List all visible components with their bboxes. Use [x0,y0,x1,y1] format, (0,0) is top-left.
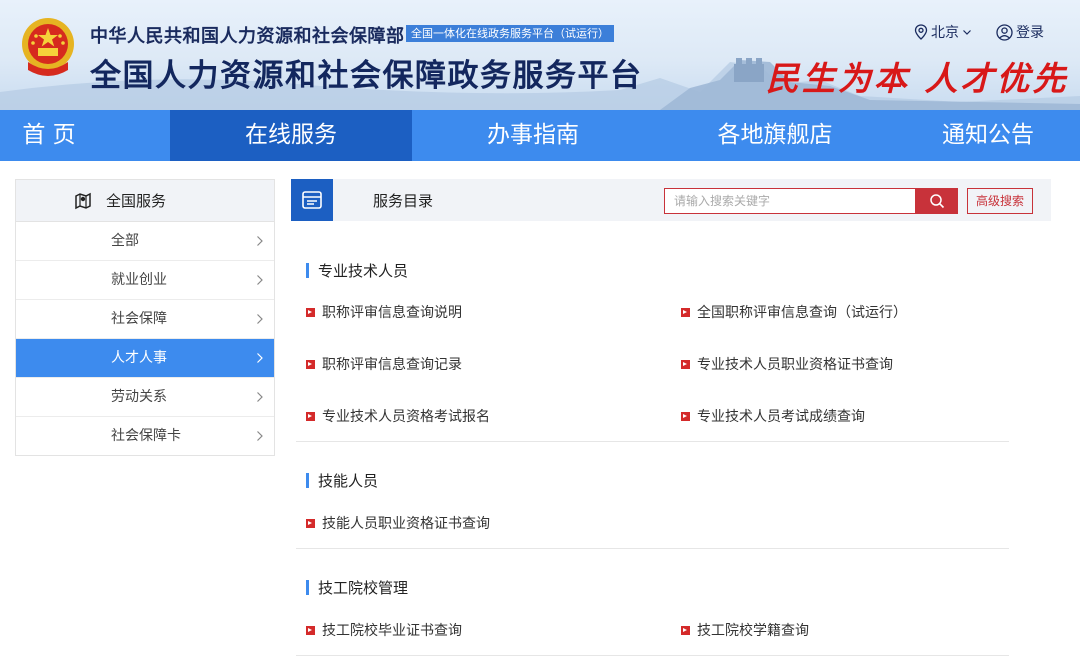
main-nav: 首 页 在线服务 办事指南 各地旗舰店 通知公告 [0,110,1080,161]
panel-header: 服务目录 高级搜索 [291,179,1051,221]
sidebar-item-label: 全部 [111,233,139,249]
section-professional-technical: 专业技术人员 职称评审信息查询说明 全国职称评审信息查询（试运行） 职称评审信息… [296,221,1009,442]
sidebar-item-label: 就业创业 [111,272,167,288]
search-box [664,188,958,214]
arrow-bullet-icon [681,307,690,317]
search-icon [929,194,944,209]
top-links: 北京 登录 [914,22,1044,42]
sidebar-item-all[interactable]: 全部 [16,222,274,261]
sidebar-header: 全国服务 [16,180,274,222]
search-button[interactable] [915,188,958,214]
section-skilled-workers: 技能人员 技能人员职业资格证书查询 [296,441,1009,549]
sidebar: 全国服务 全部 就业创业 社会保障 人才人事 劳动关系 社会保障卡 [15,179,275,456]
sidebar-item-labor-relations[interactable]: 劳动关系 [16,378,274,417]
sidebar-item-label: 劳动关系 [111,389,167,405]
sidebar-item-label: 社会保障 [111,311,167,327]
location-pin-icon [914,24,928,40]
arrow-bullet-icon [306,359,315,369]
service-link[interactable]: 职称评审信息查询说明 [306,302,462,322]
section-technical-schools: 技工院校管理 技工院校毕业证书查询 技工院校学籍查询 [296,548,1009,656]
arrow-bullet-icon [681,625,690,635]
panel-title: 服务目录 [373,191,434,210]
service-directory-panel: 服务目录 高级搜索 专业技术人员 职称评审信息查询说明 全国职称评审信息查询（试… [291,179,1051,671]
section-title: 专业技术人员 [306,260,408,281]
org-name: 中华人民共和国人力资源和社会保障部 [90,26,405,47]
location-selector[interactable]: 北京 [914,22,972,42]
login-link[interactable]: 登录 [996,22,1044,42]
nav-flagship-stores[interactable]: 各地旗舰店 [654,110,896,161]
service-link[interactable]: 全国职称评审信息查询（试运行） [681,302,907,322]
chevron-right-icon [256,261,264,299]
chevron-right-icon [256,339,264,377]
nav-notices[interactable]: 通知公告 [896,110,1080,161]
service-link[interactable]: 专业技术人员考试成绩查询 [681,406,865,426]
directory-icon [291,179,333,221]
location-label: 北京 [931,25,959,41]
service-link[interactable]: 职称评审信息查询记录 [306,354,462,374]
arrow-bullet-icon [306,625,315,635]
sidebar-item-social-security[interactable]: 社会保障 [16,300,274,339]
login-label: 登录 [1016,25,1044,41]
sidebar-item-employment[interactable]: 就业创业 [16,261,274,300]
header-banner: 中华人民共和国人力资源和社会保障部 全国一体化在线政务服务平台（试运行） 全国人… [0,0,1080,110]
search-input[interactable] [664,188,915,214]
service-link[interactable]: 技工院校毕业证书查询 [306,620,462,640]
service-link[interactable]: 专业技术人员职业资格证书查询 [681,354,893,374]
platform-title: 全国人力资源和社会保障政务服务平台 [90,58,643,94]
user-icon [996,23,1013,41]
chevron-right-icon [256,417,264,455]
nav-guide[interactable]: 办事指南 [412,110,654,161]
arrow-bullet-icon [306,518,315,528]
platform-tag: 全国一体化在线政务服务平台（试运行） [406,25,614,42]
advanced-search-button[interactable]: 高级搜索 [967,188,1034,214]
sidebar-item-label: 人才人事 [111,350,167,366]
national-emblem-icon [22,18,74,76]
service-link[interactable]: 技工院校学籍查询 [681,620,809,640]
slogan: 民生为本 人才优先 [766,59,1069,98]
sidebar-title: 全国服务 [106,192,167,210]
arrow-bullet-icon [681,359,690,369]
arrow-bullet-icon [681,411,690,421]
sidebar-item-social-security-card[interactable]: 社会保障卡 [16,417,274,455]
sidebar-item-talent[interactable]: 人才人事 [16,339,274,378]
service-link[interactable]: 专业技术人员资格考试报名 [306,406,490,426]
chevron-down-icon [963,30,971,35]
nav-online-service[interactable]: 在线服务 [170,110,412,161]
chevron-right-icon [256,300,264,338]
section-title: 技工院校管理 [306,577,408,598]
sidebar-item-label: 社会保障卡 [111,428,181,444]
arrow-bullet-icon [306,307,315,317]
map-icon [75,192,91,209]
arrow-bullet-icon [306,411,315,421]
chevron-right-icon [256,222,264,260]
chevron-right-icon [256,378,264,416]
service-link[interactable]: 技能人员职业资格证书查询 [306,513,490,533]
section-title: 技能人员 [306,470,378,491]
nav-home[interactable]: 首 页 [0,110,98,161]
